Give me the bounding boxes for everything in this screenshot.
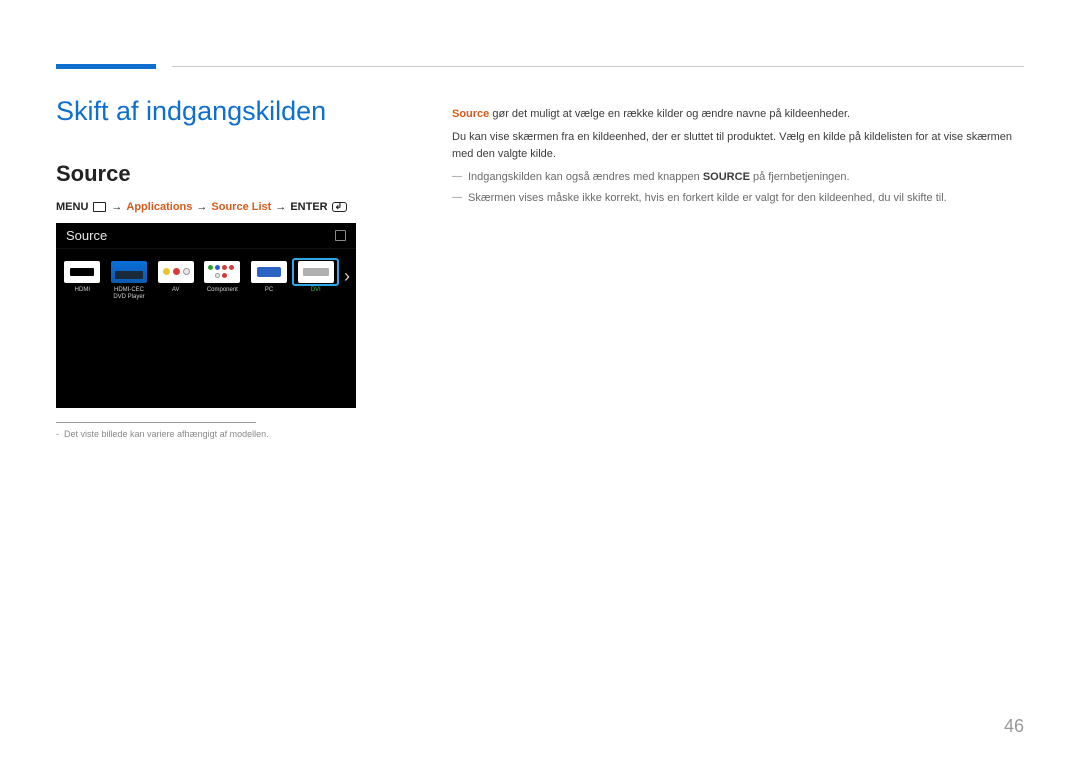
source-item-av: AV <box>155 261 196 301</box>
page-number: 46 <box>1004 716 1024 737</box>
menu-path-arrow-2: → <box>196 201 207 213</box>
av-port-icon <box>158 261 194 283</box>
section-title: Source <box>56 161 376 187</box>
footnote-separator <box>56 422 256 423</box>
chevron-right-icon: › <box>342 266 350 287</box>
source-keyword: Source <box>452 108 489 120</box>
source-items-row: HDMI HDMI-CEC DVD Player AV Component PC <box>56 249 356 301</box>
note-line-1: Indgangskilden kan også ændres med knapp… <box>452 169 1024 186</box>
menu-path-arrow-3: → <box>275 201 286 213</box>
tools-icon <box>335 230 346 241</box>
image-footnote: Det viste billede kan variere afhængigt … <box>56 429 376 439</box>
source-item-dvi: DVI <box>295 261 336 301</box>
note-1-text-a: Indgangskilden kan også ændres med knapp… <box>468 171 703 183</box>
menu-path-enter: ENTER <box>290 201 327 213</box>
note-1-source-keyword: SOURCE <box>703 171 750 183</box>
source-item-hdmi-cec: HDMI-CEC DVD Player <box>109 261 150 301</box>
source-item-hdmi: HDMI <box>62 261 103 301</box>
dvi-port-icon <box>298 261 334 283</box>
chapter-title: Skift af indgangskilden <box>56 96 376 127</box>
right-column: Source gør det muligt at vælge en række … <box>452 96 1024 439</box>
component-port-icon <box>204 261 240 283</box>
source-label-av: AV <box>155 287 196 301</box>
source-label-pc: PC <box>249 287 290 301</box>
source-label-component: Component <box>202 287 243 301</box>
source-ui-title: Source <box>66 228 107 243</box>
source-label-hdmi: HDMI <box>62 287 103 301</box>
source-label-hdmi-cec: HDMI-CEC DVD Player <box>109 287 150 301</box>
left-column: Skift af indgangskilden Source MENU → Ap… <box>56 96 376 439</box>
enter-icon <box>332 202 347 212</box>
note-1-text-c: på fjernbetjeningen. <box>750 171 850 183</box>
source-ui-header: Source <box>56 223 356 249</box>
source-item-pc: PC <box>249 261 290 301</box>
pc-port-icon <box>251 261 287 283</box>
menu-path-applications: Applications <box>126 201 192 213</box>
source-label-dvi: DVI <box>295 287 336 301</box>
menu-path-sourcelist: Source List <box>211 201 271 213</box>
menu-path-menu: MENU <box>56 201 88 213</box>
hdmi-cec-icon <box>111 261 147 283</box>
note-line-2: Skærmen vises måske ikke korrekt, hvis e… <box>452 190 1024 207</box>
hdmi-port-icon <box>64 261 100 283</box>
menu-icon <box>93 202 106 212</box>
body-paragraph-1-text: gør det muligt at vælge en række kilder … <box>489 108 850 120</box>
page-content: Skift af indgangskilden Source MENU → Ap… <box>0 0 1080 439</box>
body-paragraph-2: Du kan vise skærmen fra en kildeenhed, d… <box>452 129 1024 163</box>
source-item-component: Component <box>202 261 243 301</box>
source-ui-screenshot: Source HDMI HDMI-CEC DVD Player AV <box>56 223 356 408</box>
menu-path-arrow-1: → <box>111 201 122 213</box>
menu-path: MENU → Applications → Source List → ENTE… <box>56 201 376 213</box>
body-paragraph-1: Source gør det muligt at vælge en række … <box>452 106 1024 123</box>
